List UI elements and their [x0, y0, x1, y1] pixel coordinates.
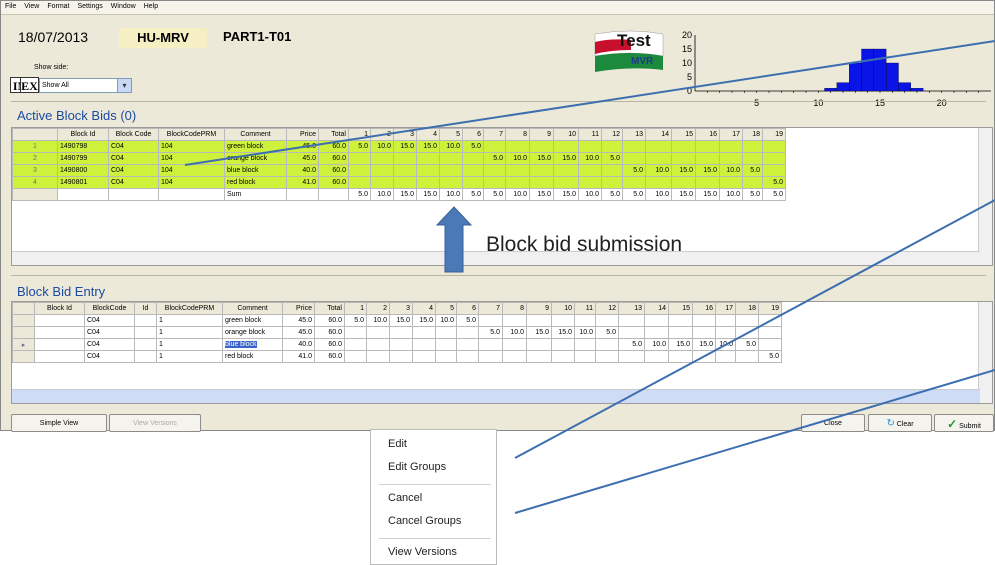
callout-line-2	[514, 199, 995, 459]
annotation-overlay	[184, 40, 995, 514]
callout-line-1	[184, 40, 995, 166]
up-arrow-annotation	[435, 206, 473, 273]
callout-line-3	[514, 369, 995, 514]
